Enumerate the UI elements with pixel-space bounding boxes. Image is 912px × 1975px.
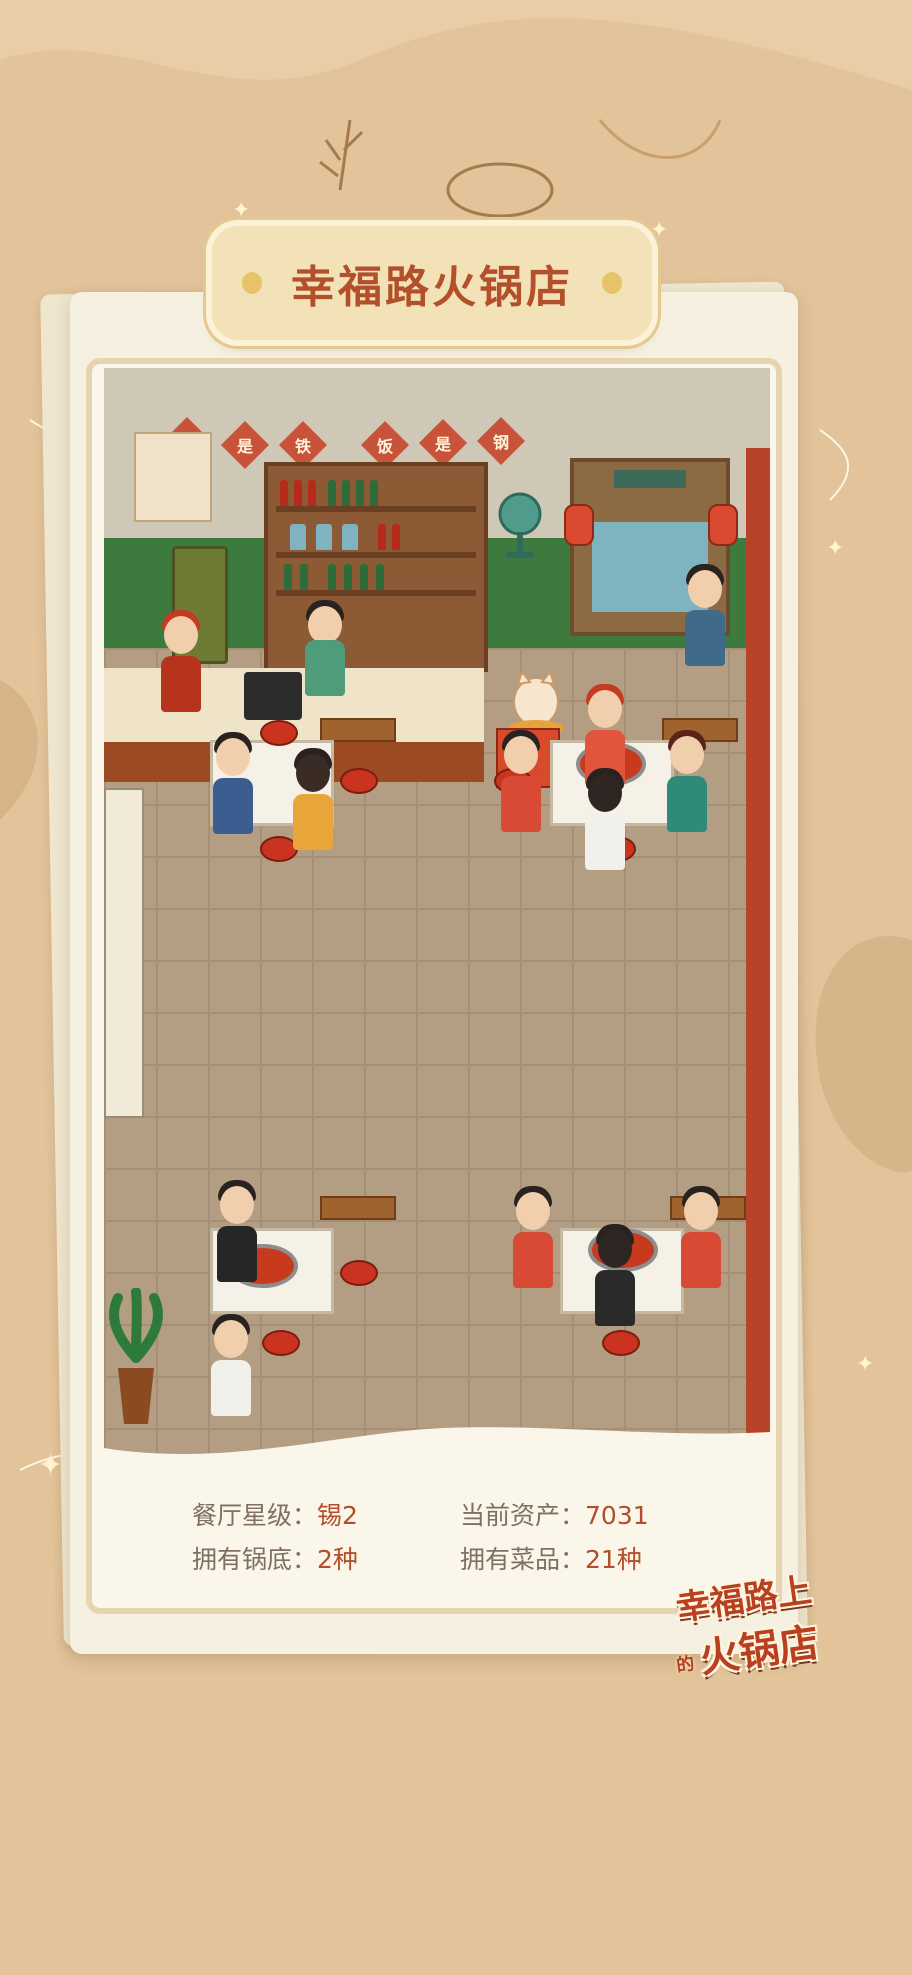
lantern xyxy=(564,504,594,546)
sparkle-icon: ✦ xyxy=(38,1448,64,1483)
plaque-dot xyxy=(602,272,622,294)
scene-bottom-edge xyxy=(104,1427,770,1472)
page-title: 幸福路火锅店 xyxy=(291,262,573,313)
stat-star-level: 餐厅星级：锡2 xyxy=(192,1501,358,1530)
drink-shelf[interactable] xyxy=(264,462,488,672)
restaurant-scene[interactable]: 人 是 铁 饭 是 钢 xyxy=(104,368,770,1472)
bench xyxy=(320,1196,396,1220)
stat-dishes: 拥有菜品：21种 xyxy=(460,1545,642,1574)
wall-poster xyxy=(134,432,212,522)
stool xyxy=(262,1330,300,1356)
bench xyxy=(320,718,396,742)
stool xyxy=(602,1330,640,1356)
condiment-bar[interactable] xyxy=(104,788,144,1118)
electric-fan xyxy=(498,492,542,558)
sparkle-icon: ✦ xyxy=(232,198,251,223)
stool xyxy=(340,768,378,794)
restaurant-stats: 餐厅星级：锡2 当前资产：7031 拥有锅底：2种 拥有菜品：21种 xyxy=(192,1496,692,1596)
potted-plant xyxy=(109,1288,163,1424)
stat-pot-bases: 拥有锅底：2种 xyxy=(192,1545,358,1574)
sparkle-icon: ✦ xyxy=(650,218,669,243)
stool xyxy=(260,720,298,746)
title-plaque: 幸福路火锅店 xyxy=(212,226,652,340)
stat-assets: 当前资产：7031 xyxy=(460,1501,649,1530)
lantern xyxy=(708,504,738,546)
side-wall xyxy=(746,448,770,1472)
plaque-dot xyxy=(242,272,262,294)
sparkle-icon: ✦ xyxy=(826,536,845,561)
sparkle-icon: ✦ xyxy=(856,1352,875,1377)
cash-register[interactable] xyxy=(244,672,302,720)
stool xyxy=(340,1260,378,1286)
